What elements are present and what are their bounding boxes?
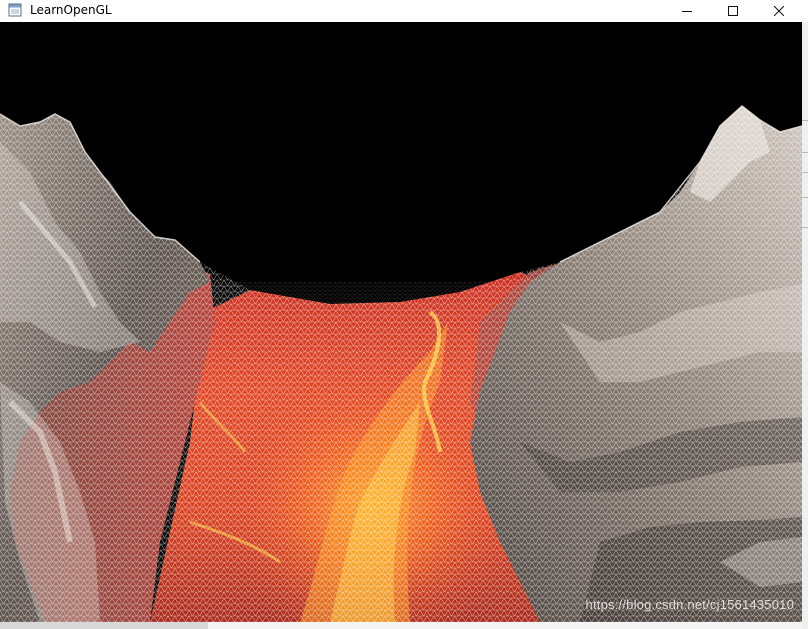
app-icon	[8, 3, 22, 17]
window-bottom-edge	[0, 622, 802, 629]
maximize-icon	[728, 6, 738, 16]
terrain-render	[0, 22, 802, 622]
opengl-viewport[interactable]: https://blog.csdn.net/cj1561435010	[0, 22, 802, 622]
window-title: LearnOpenGL	[30, 3, 112, 17]
close-button[interactable]	[756, 0, 802, 22]
watermark-text: https://blog.csdn.net/cj1561435010	[585, 597, 794, 612]
app-window: LearnOpenGL https://blog.csdn.net/cj1561…	[0, 0, 808, 629]
title-bar[interactable]: LearnOpenGL	[0, 0, 808, 22]
close-icon	[774, 6, 784, 16]
minimize-button[interactable]	[664, 0, 710, 22]
maximize-button[interactable]	[710, 0, 756, 22]
window-right-edge	[802, 22, 808, 629]
minimize-icon	[682, 6, 692, 16]
